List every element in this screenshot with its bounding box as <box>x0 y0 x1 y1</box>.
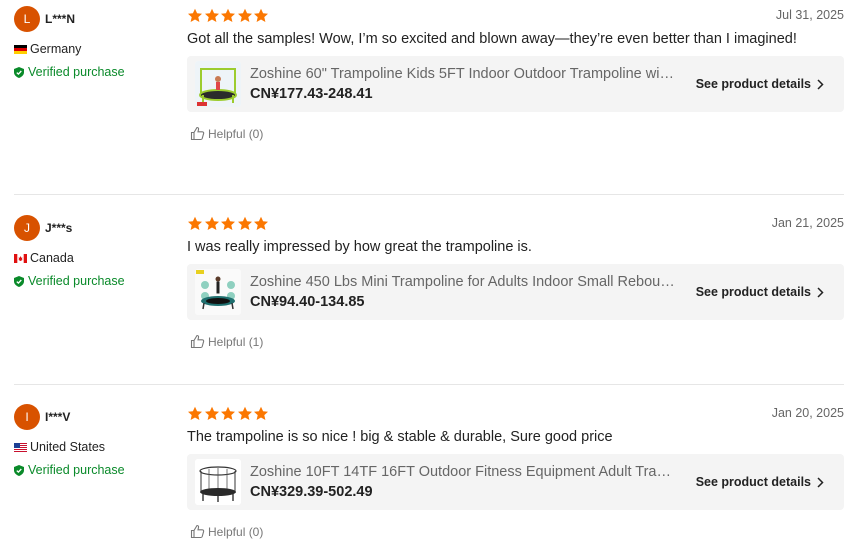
product-price: CN¥177.43-248.41 <box>250 86 373 102</box>
product-price: CN¥329.39-502.49 <box>250 484 373 500</box>
helpful-label: Helpful (1) <box>208 334 264 349</box>
avatar: J <box>14 215 40 241</box>
verified-shield-icon <box>14 66 24 78</box>
star-icon <box>204 216 219 230</box>
product-thumbnail <box>195 269 241 315</box>
star-icon <box>221 216 235 230</box>
star-icon <box>204 406 219 420</box>
reviewer-name: J***s <box>45 221 73 235</box>
see-product-details-label: See product details <box>695 285 811 299</box>
helpful-label: Helpful (0) <box>208 126 264 141</box>
review-date: Jul 31, 2025 <box>775 8 844 22</box>
review-text: The trampoline is so nice ! big & stable… <box>187 429 613 445</box>
mini-trampoline-image <box>195 269 241 315</box>
star-icon <box>254 406 268 420</box>
country-name: Germany <box>30 42 82 56</box>
review-body: Jan 20, 2025 The trampoline is so nice !… <box>187 406 844 539</box>
reviewer-info: I I***V United States Verified purchase <box>14 404 174 477</box>
review-divider <box>14 194 844 195</box>
trampoline-kids-image <box>195 61 241 107</box>
helpful-label: Helpful (0) <box>208 524 264 539</box>
helpful-button[interactable]: Helpful (0) <box>190 524 844 539</box>
review-divider <box>14 384 844 385</box>
verified-badge: Verified purchase <box>14 65 174 79</box>
star-icon <box>254 216 268 230</box>
product-card[interactable]: Zoshine 10FT 14TF 16FT Outdoor Fitness E… <box>187 454 844 510</box>
product-card[interactable]: Zoshine 60" Trampoline Kids 5FT Indoor O… <box>187 56 844 112</box>
helpful-button[interactable]: Helpful (0) <box>190 126 844 141</box>
see-product-details-link[interactable]: See product details <box>696 475 824 489</box>
verified-badge: Verified purchase <box>14 463 174 477</box>
avatar: L <box>14 6 40 32</box>
product-title[interactable]: Zoshine 450 Lbs Mini Trampoline for Adul… <box>250 274 675 290</box>
verified-shield-icon <box>14 464 24 476</box>
star-icon <box>188 216 202 230</box>
see-product-details-link[interactable]: See product details <box>696 77 824 91</box>
star-icon <box>237 8 252 22</box>
reviewer-info: J J***s Canada Verified purchase <box>14 215 174 288</box>
product-title[interactable]: Zoshine 10FT 14TF 16FT Outdoor Fitness E… <box>250 464 675 480</box>
country-name: United States <box>30 440 106 454</box>
review-date: Jan 21, 2025 <box>771 216 844 230</box>
star-icon <box>221 8 235 22</box>
reviewer-country: United States <box>14 440 174 454</box>
verified-label: Verified purchase <box>28 274 125 288</box>
verified-badge: Verified purchase <box>14 274 174 288</box>
reviewer-info: L L***N Germany Verified purchase <box>14 6 174 79</box>
see-product-details-link[interactable]: See product details <box>696 285 824 299</box>
verified-shield-icon <box>14 275 24 287</box>
reviewer-name: L***N <box>45 12 76 26</box>
outdoor-trampoline-image <box>195 459 241 505</box>
review-body: Jul 31, 2025 Got all the samples! Wow, I… <box>187 8 844 141</box>
star-icon <box>237 406 252 420</box>
product-card[interactable]: Zoshine 450 Lbs Mini Trampoline for Adul… <box>187 264 844 320</box>
verified-label: Verified purchase <box>28 463 125 477</box>
country-name: Canada <box>30 251 74 265</box>
thumbs-up-icon <box>190 334 205 349</box>
chevron-right-icon <box>817 78 824 90</box>
star-icon <box>204 8 219 22</box>
verified-label: Verified purchase <box>28 65 125 79</box>
star-icon <box>188 406 202 420</box>
canada-flag-icon <box>14 253 27 263</box>
chevron-right-icon <box>817 476 824 488</box>
usa-flag-icon <box>14 442 27 452</box>
chevron-right-icon <box>817 286 824 298</box>
review-text: Got all the samples! Wow, I’m so excited… <box>187 31 797 47</box>
product-thumbnail <box>195 459 241 505</box>
review-date: Jan 20, 2025 <box>771 406 844 420</box>
review-text: I was really impressed by how great the … <box>187 239 532 255</box>
germany-flag-icon <box>14 44 27 54</box>
product-thumbnail <box>195 61 241 107</box>
product-price: CN¥94.40-134.85 <box>250 294 365 310</box>
helpful-button[interactable]: Helpful (1) <box>190 334 844 349</box>
star-icon <box>254 8 268 22</box>
reviewer-name: I***V <box>45 410 71 424</box>
avatar: I <box>14 404 40 430</box>
thumbs-up-icon <box>190 524 205 539</box>
see-product-details-label: See product details <box>695 475 811 489</box>
review-body: Jan 21, 2025 I was really impressed by h… <box>187 216 844 349</box>
see-product-details-label: See product details <box>695 77 811 91</box>
star-rating <box>187 216 844 232</box>
reviewer-country: Germany <box>14 42 174 56</box>
thumbs-up-icon <box>190 126 205 141</box>
star-icon <box>188 8 202 22</box>
product-title[interactable]: Zoshine 60" Trampoline Kids 5FT Indoor O… <box>250 66 675 82</box>
star-icon <box>237 216 252 230</box>
star-icon <box>221 406 235 420</box>
star-rating <box>187 406 844 422</box>
reviewer-country: Canada <box>14 251 174 265</box>
star-rating <box>187 8 844 24</box>
